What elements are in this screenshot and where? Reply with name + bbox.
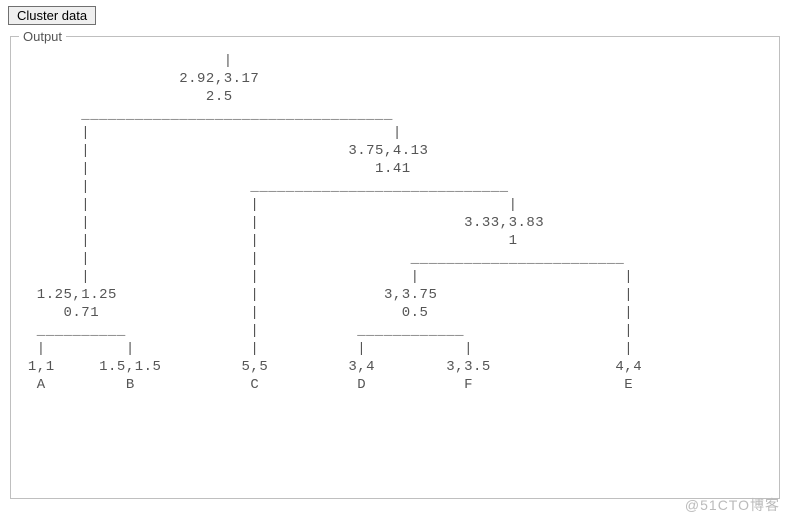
output-fieldset: Output | 2.92,3.17 2.5 _________________…: [10, 29, 780, 499]
cluster-data-button[interactable]: Cluster data: [8, 6, 96, 25]
cluster-tree-output: | 2.92,3.17 2.5 ________________________…: [19, 52, 771, 394]
output-legend: Output: [19, 29, 66, 44]
